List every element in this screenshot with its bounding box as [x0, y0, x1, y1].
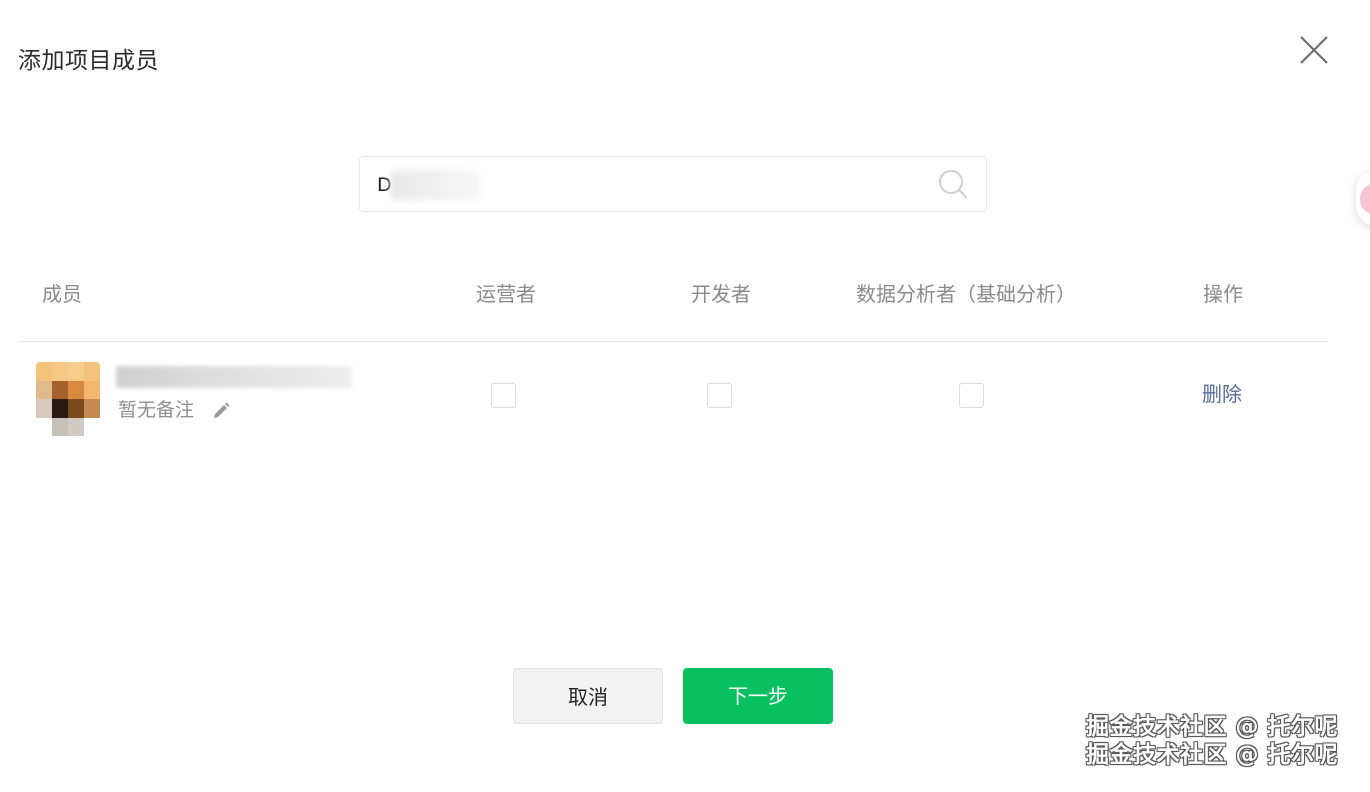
column-header-developer: 开发者 — [691, 282, 751, 306]
close-icon[interactable] — [1296, 32, 1332, 68]
cancel-button[interactable]: 取消 — [513, 668, 663, 724]
avatar — [36, 362, 100, 436]
floating-edge-bubble[interactable] — [1356, 170, 1370, 226]
column-header-operator: 运营者 — [476, 282, 536, 306]
column-header-analyst: 数据分析者（基础分析） — [856, 282, 1076, 306]
watermark-line-1: 掘金技术社区 @ 托尔呢 — [1086, 714, 1339, 740]
analyst-checkbox[interactable] — [959, 383, 984, 408]
column-header-member: 成员 — [42, 282, 82, 306]
search-icon[interactable] — [936, 167, 970, 201]
member-table-header: 成员 运营者 开发者 数据分析者（基础分析） 操作 — [18, 270, 1328, 342]
search-input-blurred-text — [390, 170, 480, 200]
member-name-blurred — [116, 366, 352, 388]
member-remark: 暂无备注 — [118, 399, 195, 421]
table-row: 暂无备注 删除 — [18, 342, 1328, 452]
dialog-title: 添加项目成员 — [18, 48, 159, 74]
operator-checkbox[interactable] — [491, 383, 516, 408]
developer-checkbox[interactable] — [707, 383, 732, 408]
next-step-button[interactable]: 下一步 — [683, 668, 833, 724]
delete-link[interactable]: 删除 — [1202, 380, 1242, 408]
search-input[interactable]: D — [359, 156, 987, 212]
column-header-actions: 操作 — [1203, 282, 1243, 306]
add-member-dialog: 添加项目成员 D 成员 运营者 开发者 数据分析者（基础分析） 操作 暂无备注 … — [0, 0, 1370, 792]
watermark-line-2: 掘金技术社区 @ 托尔呢 — [1086, 742, 1339, 768]
pencil-icon[interactable] — [210, 400, 232, 422]
